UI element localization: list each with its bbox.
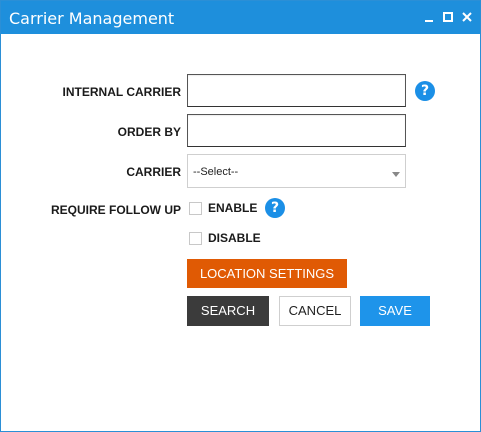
enable-checkbox[interactable] (189, 202, 202, 215)
minimize-icon[interactable] (422, 10, 436, 24)
disable-checkbox[interactable] (189, 232, 202, 245)
internal-carrier-help-icon[interactable]: ? (415, 81, 435, 101)
disable-label: DISABLE (208, 231, 261, 245)
internal-carrier-input[interactable] (187, 74, 406, 107)
order-by-label: ORDER BY (117, 125, 181, 139)
chevron-down-icon (392, 169, 400, 181)
maximize-icon[interactable] (441, 10, 455, 24)
require-follow-up-label: REQUIRE FOLLOW UP (51, 203, 181, 217)
location-settings-button[interactable]: LOCATION SETTINGS (187, 259, 347, 288)
carrier-selected-value: --Select-- (193, 166, 239, 178)
carrier-management-window: Carrier Management INTERNAL CARRIER ? OR… (0, 0, 481, 432)
close-icon[interactable] (460, 10, 474, 24)
follow-up-help-icon[interactable]: ? (265, 198, 285, 218)
enable-label: ENABLE (208, 201, 258, 215)
search-button[interactable]: SEARCH (187, 296, 269, 326)
cancel-button[interactable]: CANCEL (279, 296, 351, 326)
carrier-select[interactable]: --Select-- (187, 154, 406, 188)
title-bar: Carrier Management (1, 1, 480, 34)
save-button[interactable]: SAVE (360, 296, 430, 326)
internal-carrier-label: INTERNAL CARRIER (62, 85, 181, 99)
order-by-input[interactable] (187, 114, 406, 147)
carrier-label: CARRIER (126, 165, 181, 179)
window-title: Carrier Management (9, 9, 175, 28)
